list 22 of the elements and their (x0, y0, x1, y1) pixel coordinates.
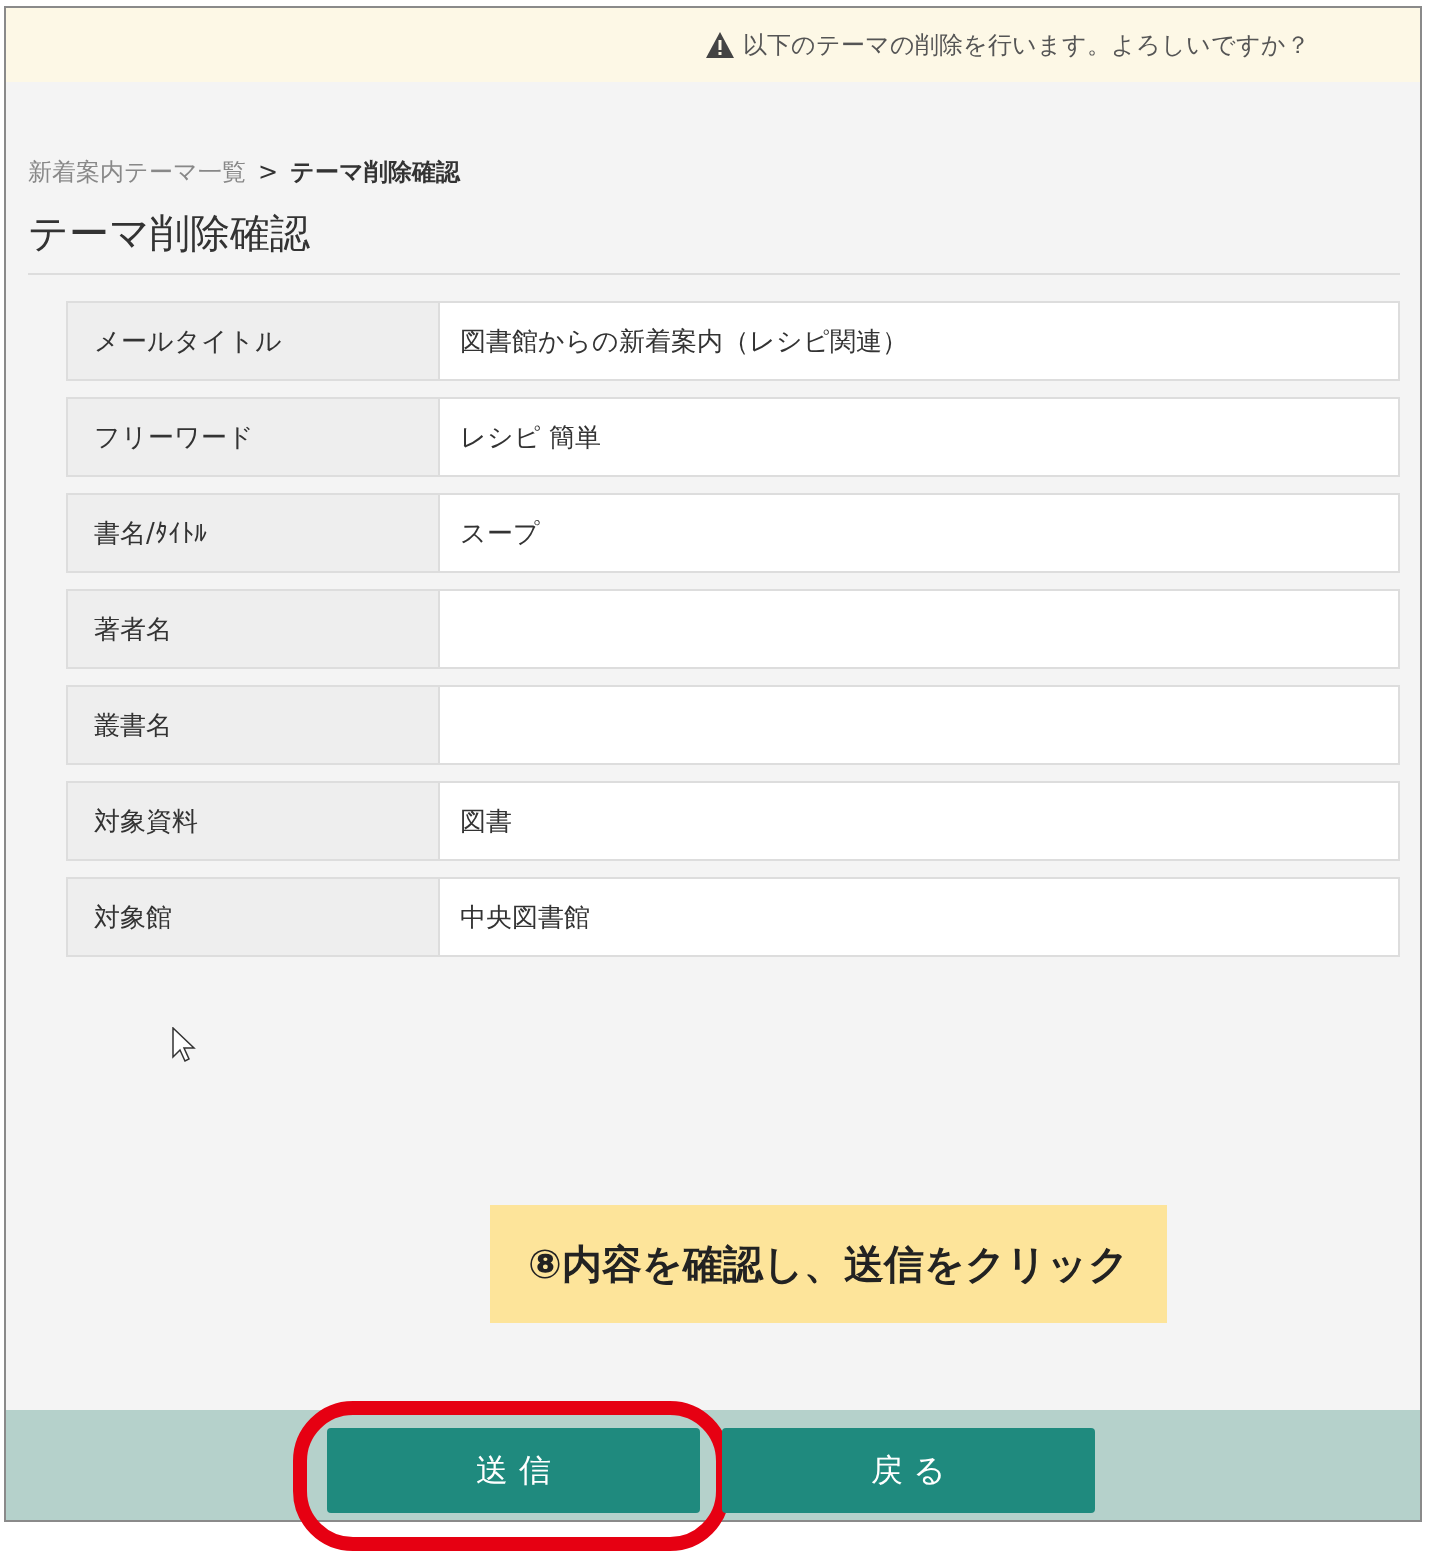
warning-icon (705, 31, 735, 59)
submit-button[interactable]: 送 信 (327, 1428, 700, 1513)
warning-text: 以下のテーマの削除を行います。よろしいですか？ (743, 30, 1310, 61)
field-value: スープ (440, 495, 1398, 571)
breadcrumb-separator: > (258, 158, 279, 186)
field-value: 図書 (440, 783, 1398, 859)
field-label: メールタイトル (68, 303, 440, 379)
field-label: 叢書名 (68, 687, 440, 763)
mouse-pointer-icon (172, 1027, 196, 1063)
breadcrumb-link[interactable]: 新着案内テーマ一覧 (28, 156, 246, 188)
field-value: レシピ 簡単 (440, 399, 1398, 475)
page-title: テーマ削除確認 (28, 206, 1400, 275)
field-value: 図書館からの新着案内（レシピ関連） (440, 303, 1398, 379)
field-label: 著者名 (68, 591, 440, 667)
field-label: 対象館 (68, 879, 440, 955)
instruction-callout: ⑧内容を確認し、送信をクリック (490, 1205, 1167, 1323)
field-label: 対象資料 (68, 783, 440, 859)
field-value: 中央図書館 (440, 879, 1398, 955)
breadcrumb-current: テーマ削除確認 (290, 157, 461, 188)
back-button[interactable]: 戻 る (722, 1428, 1095, 1513)
field-label: フリーワード (68, 399, 440, 475)
field-label: 書名/ﾀｲﾄﾙ (68, 495, 440, 571)
